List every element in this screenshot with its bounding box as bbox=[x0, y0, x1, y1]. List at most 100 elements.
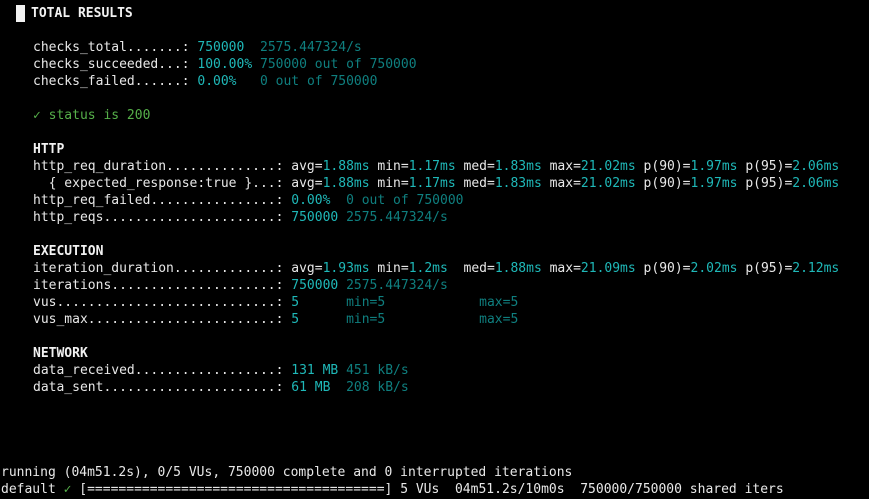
running-status: running (04m51.2s), 0/5 VUs, 750000 comp… bbox=[1, 465, 573, 480]
p95-label: p(95)= bbox=[745, 261, 793, 276]
metric-name: checks_succeeded bbox=[33, 57, 159, 72]
max-value: 21.09ms bbox=[580, 261, 636, 276]
metric-value: 100.00% bbox=[197, 57, 253, 72]
avg-value: 1.88ms bbox=[322, 176, 370, 191]
metric-dots: ...: bbox=[158, 57, 190, 72]
status-check: ✓ status is 200 bbox=[33, 108, 151, 123]
metric-dots: .......: bbox=[126, 40, 190, 55]
metric-value: 5 bbox=[291, 295, 300, 310]
iteration-duration-row: iteration_duration.............: avg=1.9… bbox=[33, 260, 839, 277]
metric-extra: 0 out of 750000 bbox=[346, 193, 464, 208]
metric-name: http_req_failed................: bbox=[33, 193, 284, 208]
metric-name: iterations.....................: bbox=[33, 278, 284, 293]
metric-name: checks_total bbox=[33, 40, 127, 55]
http-header: HTTP bbox=[33, 142, 65, 157]
metric-min: min=5 bbox=[346, 295, 386, 310]
data-received-row: data_received..................: 131 MB … bbox=[33, 362, 409, 379]
metric-name: http_reqs......................: bbox=[33, 210, 284, 225]
max-label: max= bbox=[549, 159, 581, 174]
min-value: 1.17ms bbox=[408, 176, 456, 191]
vus-count: 5 VUs bbox=[400, 482, 440, 497]
med-value: 1.83ms bbox=[494, 159, 542, 174]
p90-value: 1.97ms bbox=[690, 176, 738, 191]
vus-row: vus............................: 5 min=5… bbox=[33, 294, 518, 311]
max-label: max= bbox=[549, 176, 581, 191]
min-label: min= bbox=[377, 261, 409, 276]
http-reqs-row: http_reqs......................: 750000 … bbox=[33, 209, 448, 226]
avg-label: avg= bbox=[291, 261, 323, 276]
p90-label: p(90)= bbox=[643, 261, 691, 276]
avg-value: 1.88ms bbox=[322, 159, 370, 174]
shared-iters: 750000/750000 shared iters bbox=[580, 482, 784, 497]
max-value: 21.02ms bbox=[580, 159, 636, 174]
metric-min: min=5 bbox=[346, 312, 386, 327]
p95-value: 2.06ms bbox=[792, 176, 840, 191]
min-label: min= bbox=[377, 176, 409, 191]
metric-value: 750000 bbox=[197, 40, 245, 55]
http-req-failed-row: http_req_failed................: 0.00% 0… bbox=[33, 192, 463, 209]
metric-name: data_sent......................: bbox=[33, 380, 284, 395]
progress-bar: [======================================] bbox=[79, 482, 393, 497]
metric-max: max=5 bbox=[479, 312, 519, 327]
metric-value: 61 MB bbox=[291, 380, 331, 395]
progress-line: default ✓ [=============================… bbox=[1, 481, 784, 498]
results-title-text: TOTAL RESULTS bbox=[31, 6, 133, 21]
metric-max: max=5 bbox=[479, 295, 519, 310]
med-label: med= bbox=[463, 176, 495, 191]
med-value: 1.83ms bbox=[494, 176, 542, 191]
metric-extra: 2575.447324/s bbox=[260, 40, 362, 55]
p90-value: 1.97ms bbox=[690, 159, 738, 174]
min-value: 1.17ms bbox=[408, 159, 456, 174]
min-label: min= bbox=[377, 159, 409, 174]
checkmark-icon: ✓ bbox=[63, 482, 72, 497]
metric-value: 5 bbox=[291, 312, 300, 327]
p95-label: p(95)= bbox=[745, 159, 793, 174]
metric-extra: 208 kB/s bbox=[346, 380, 409, 395]
metric-extra: 0 out of 750000 bbox=[260, 74, 378, 89]
scenario-name: default bbox=[1, 482, 56, 497]
p90-label: p(90)= bbox=[643, 159, 691, 174]
med-label: med= bbox=[463, 261, 495, 276]
metric-gap bbox=[237, 74, 260, 89]
p95-value: 2.12ms bbox=[792, 261, 840, 276]
metric-name: vus_max........................: bbox=[33, 312, 284, 327]
p90-value: 2.02ms bbox=[690, 261, 738, 276]
metric-gap bbox=[244, 40, 260, 55]
metric-extra: 750000 out of 750000 bbox=[260, 57, 417, 72]
checks-failed-row: checks_failed......: 0.00% 0 out of 7500… bbox=[33, 73, 377, 90]
metric-extra: 451 kB/s bbox=[346, 363, 409, 378]
p95-value: 2.06ms bbox=[792, 159, 840, 174]
max-label: max= bbox=[549, 261, 581, 276]
metric-name: checks_failed bbox=[33, 74, 135, 89]
metric-name: http_req_duration..............: bbox=[33, 159, 284, 174]
expected-response-row: { expected_response:true }...: avg=1.88m… bbox=[33, 175, 840, 192]
avg-label: avg= bbox=[291, 159, 323, 174]
p90-label: p(90)= bbox=[643, 176, 691, 191]
network-header: NETWORK bbox=[33, 346, 88, 361]
results-title: TOTAL RESULTS bbox=[16, 5, 133, 22]
avg-value: 1.93ms bbox=[322, 261, 370, 276]
avg-label: avg= bbox=[291, 176, 323, 191]
vus-max-row: vus_max........................: 5 min=5… bbox=[33, 311, 518, 328]
med-value: 1.88ms bbox=[494, 261, 542, 276]
metric-name: iteration_duration.............: bbox=[33, 261, 284, 276]
elapsed-time: 04m51.2s/10m0s bbox=[454, 482, 565, 497]
metric-name: vus............................: bbox=[33, 295, 284, 310]
checks-total-row: checks_total.......: 750000 2575.447324/… bbox=[33, 39, 362, 56]
execution-header: EXECUTION bbox=[33, 244, 104, 259]
metric-name: { expected_response:true }...: bbox=[33, 176, 284, 191]
metric-extra: 2575.447324/s bbox=[346, 210, 448, 225]
checks-succeeded-row: checks_succeeded...: 100.00% 750000 out … bbox=[33, 56, 417, 73]
title-marker-icon bbox=[16, 5, 25, 22]
data-sent-row: data_sent......................: 61 MB 2… bbox=[33, 379, 409, 396]
metric-value: 750000 bbox=[291, 210, 339, 225]
metric-gap bbox=[252, 57, 260, 72]
metric-value: 0.00% bbox=[197, 74, 237, 89]
max-value: 21.02ms bbox=[580, 176, 636, 191]
http-req-duration-row: http_req_duration..............: avg=1.8… bbox=[33, 158, 839, 175]
metric-name: data_received..................: bbox=[33, 363, 284, 378]
p95-label: p(95)= bbox=[745, 176, 793, 191]
min-value: 1.2ms bbox=[408, 261, 448, 276]
metric-extra: 2575.447324/s bbox=[346, 278, 448, 293]
iterations-row: iterations.....................: 750000 … bbox=[33, 277, 448, 294]
